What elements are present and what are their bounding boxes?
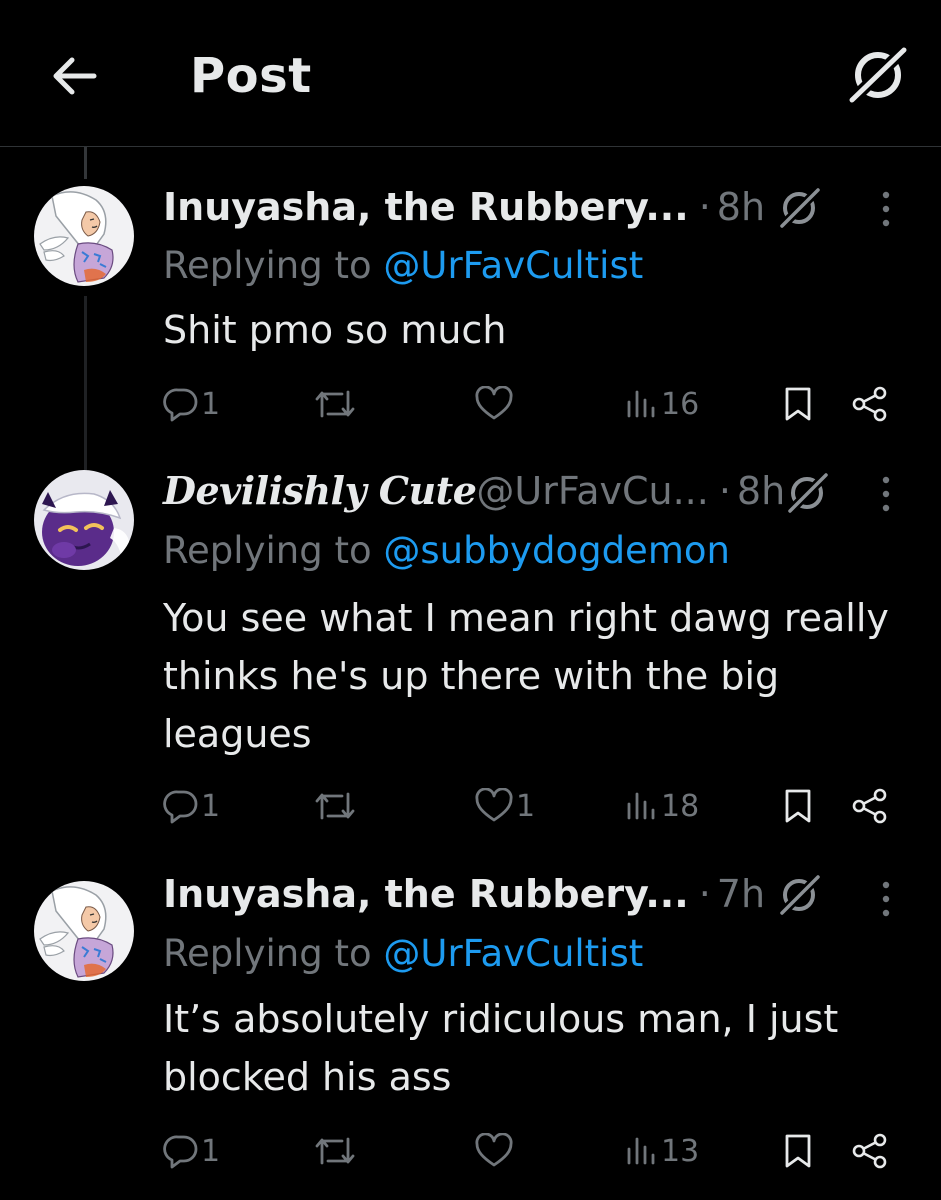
mention-link[interactable]: @UrFavCultist: [383, 932, 643, 975]
reply-icon: [163, 790, 198, 824]
post-header: Inuyasha, the Rubbery... · 8h: [163, 183, 765, 231]
repost-button[interactable]: [313, 1126, 359, 1176]
avatar[interactable]: [34, 186, 134, 286]
display-name[interactable]: Devilishly Cute: [163, 468, 477, 513]
reply-count: 1: [201, 386, 221, 422]
share-button[interactable]: [850, 781, 890, 831]
bookmark-button[interactable]: [782, 781, 814, 831]
timestamp[interactable]: 8h: [717, 185, 765, 229]
share-icon: [852, 788, 887, 824]
user-handle[interactable]: @UrFavCu...: [476, 469, 708, 513]
avatar[interactable]: [34, 470, 134, 570]
post-header: Devilishly Cute@UrFavCu... · 8h: [163, 467, 785, 515]
views-button[interactable]: 16: [625, 379, 699, 429]
views-icon: [627, 1137, 655, 1165]
post-actions: 1 13: [0, 1126, 941, 1176]
repost-button[interactable]: [313, 781, 359, 831]
view-count: 13: [661, 1133, 700, 1169]
grok-icon[interactable]: [776, 871, 822, 917]
display-name[interactable]: Inuyasha, the Rubbery...: [163, 185, 689, 229]
repost-button[interactable]: [313, 379, 359, 429]
like-button[interactable]: 1: [474, 781, 535, 831]
like-count: 1: [516, 788, 536, 824]
grok-icon[interactable]: [846, 44, 910, 104]
more-vertical-icon[interactable]: [876, 876, 896, 922]
post-text: You see what I mean right dawg really th…: [163, 596, 889, 756]
share-icon: [852, 1133, 887, 1169]
like-button[interactable]: [474, 379, 516, 429]
bookmark-icon: [785, 387, 811, 421]
like-button[interactable]: [474, 1126, 516, 1176]
display-name[interactable]: Inuyasha, the Rubbery...: [163, 872, 689, 916]
reply-count: 1: [201, 1133, 221, 1169]
repost-icon: [315, 390, 355, 418]
views-icon: [627, 390, 655, 418]
post-text: Shit pmo so much: [163, 308, 507, 352]
bookmark-button[interactable]: [782, 1126, 814, 1176]
post-actions: 1 1 18: [0, 781, 941, 831]
timestamp[interactable]: 7h: [717, 872, 765, 916]
reply-icon: [163, 1135, 198, 1169]
thread-connector: [84, 147, 87, 179]
reply-button[interactable]: 1: [163, 379, 220, 429]
views-button[interactable]: 13: [625, 1126, 699, 1176]
avatar[interactable]: [34, 881, 134, 981]
grok-icon[interactable]: [784, 469, 830, 515]
repost-icon: [315, 1137, 355, 1165]
reply-count: 1: [201, 788, 221, 824]
share-icon: [852, 386, 887, 422]
share-button[interactable]: [850, 1126, 890, 1176]
replying-to: Replying to @UrFavCultist: [163, 244, 644, 287]
views-button[interactable]: 18: [625, 781, 699, 831]
reply-button[interactable]: 1: [163, 1126, 220, 1176]
reply-button[interactable]: 1: [163, 781, 220, 831]
mention-link[interactable]: @subbydogdemon: [383, 529, 730, 572]
bookmark-button[interactable]: [782, 379, 814, 429]
mention-link[interactable]: @UrFavCultist: [383, 244, 643, 287]
replying-to: Replying to @UrFavCultist: [163, 932, 644, 975]
heart-icon: [475, 386, 513, 420]
bookmark-icon: [785, 1134, 811, 1168]
post-header: Inuyasha, the Rubbery... · 7h: [163, 870, 765, 918]
separator-dot: ·: [698, 872, 711, 916]
heart-icon: [475, 1133, 513, 1167]
page-title: Post: [190, 48, 312, 104]
arrow-left-icon[interactable]: [50, 54, 98, 98]
more-vertical-icon[interactable]: [876, 186, 896, 232]
more-vertical-icon[interactable]: [876, 471, 896, 517]
heart-icon: [475, 788, 513, 822]
timestamp[interactable]: 8h: [737, 469, 785, 513]
reply-icon: [163, 388, 198, 422]
grok-icon[interactable]: [776, 184, 822, 230]
views-icon: [627, 792, 655, 820]
bookmark-icon: [785, 789, 811, 823]
share-button[interactable]: [850, 379, 890, 429]
separator-dot: ·: [698, 185, 711, 229]
view-count: 18: [661, 788, 700, 824]
view-count: 16: [661, 386, 700, 422]
repost-icon: [315, 792, 355, 820]
post-text: It’s absolutely ridiculous man, I just b…: [163, 997, 839, 1099]
post-actions: 1 16: [0, 379, 941, 429]
separator-dot: ·: [718, 469, 731, 513]
top-app-bar: Post: [0, 0, 941, 147]
replying-to: Replying to @subbydogdemon: [163, 529, 730, 572]
